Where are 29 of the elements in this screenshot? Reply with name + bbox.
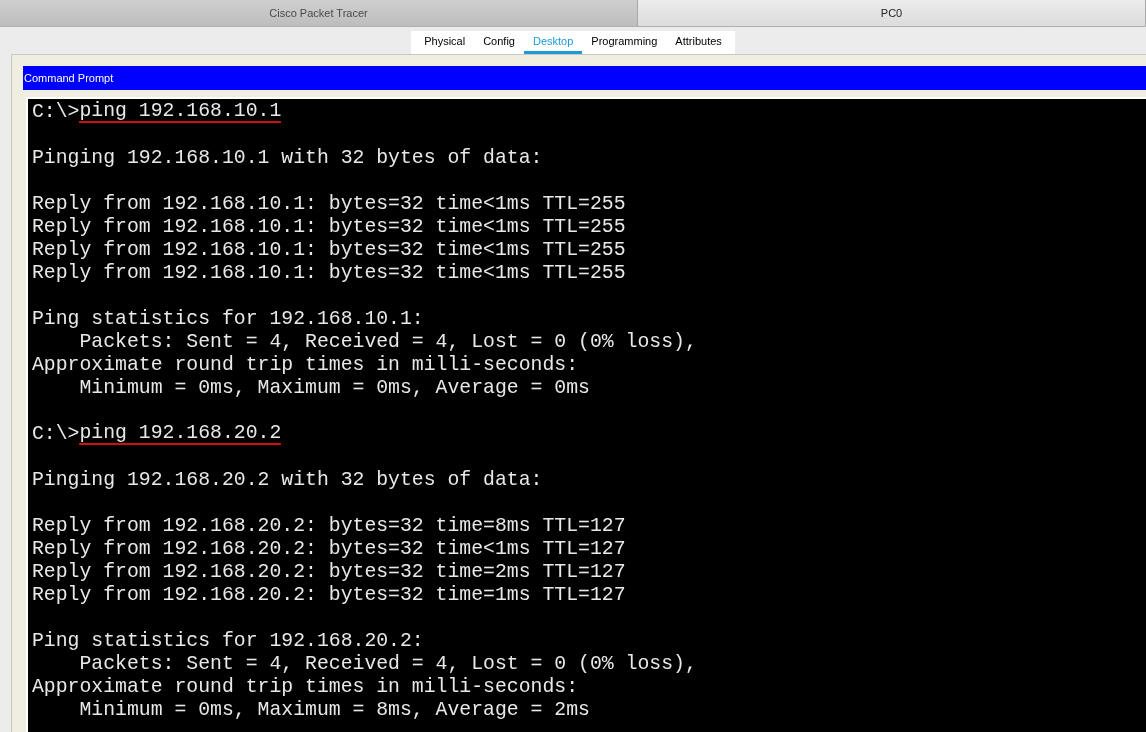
terminal-output-line: Reply from 192.168.20.2: bytes=32 time=8ms TTL=127 <box>32 515 627 538</box>
tab[interactable]: Config <box>474 31 524 54</box>
command-prompt: C:\> <box>32 101 80 124</box>
terminal-output-line: Approximate round trip times in milli-seconds: <box>32 676 580 699</box>
command-text: ping 192.168.20.2 <box>79 423 282 445</box>
terminal-output-line: Minimum = 0ms, Maximum = 8ms, Average = 2ms <box>78 699 591 722</box>
terminal-output-line: Packets: Sent = 4, Received = 4, Lost = 0 (0% loss), <box>78 653 698 676</box>
terminal-output-line: Reply from 192.168.10.1: bytes=32 time<1ms TTL=255 <box>32 193 627 216</box>
terminal-output-line: Reply from 192.168.10.1: bytes=32 time<1ms TTL=255 <box>32 262 627 285</box>
terminal-output-line: Approximate round trip times in milli-seconds: <box>32 354 580 377</box>
terminal-output-line: Ping statistics for 192.168.20.2: <box>32 630 425 653</box>
tab[interactable]: Programming <box>582 31 667 54</box>
terminal-output-line: Reply from 192.168.20.2: bytes=32 time=1ms TTL=127 <box>32 584 627 607</box>
terminal-output-line: Reply from 192.168.20.2: bytes=32 time<1ms TTL=127 <box>32 538 627 561</box>
window-title: Cisco Packet Tracer <box>0 0 638 26</box>
terminal-output-line: Reply from 192.168.10.1: bytes=32 time<1ms TTL=255 <box>32 239 627 262</box>
tab[interactable]: Physical <box>415 31 475 54</box>
terminal-output-line: Reply from 192.168.20.2: bytes=32 time=2ms TTL=127 <box>32 561 627 584</box>
terminal-output-line: Minimum = 0ms, Maximum = 0ms, Average = 0ms <box>78 377 591 400</box>
terminal-output-line: Ping statistics for 192.168.10.1: <box>32 308 425 331</box>
terminal-output-line: Reply from 192.168.10.1: bytes=32 time<1ms TTL=255 <box>32 216 627 239</box>
terminal-output-line: Packets: Sent = 4, Received = 4, Lost = 0 (0% loss), <box>78 331 698 354</box>
window-title: PC0 <box>638 0 1146 26</box>
tab[interactable]: Attributes <box>666 31 731 54</box>
command-prompt: C:\> <box>32 423 80 446</box>
command-text: ping 192.168.10.1 <box>79 101 282 123</box>
terminal-output-line: Pinging 192.168.10.1 with 32 bytes of data: <box>32 147 544 170</box>
terminal-output-line: Pinging 192.168.20.2 with 32 bytes of data: <box>32 469 544 492</box>
panel-title-bar: Command Prompt <box>23 66 1146 90</box>
